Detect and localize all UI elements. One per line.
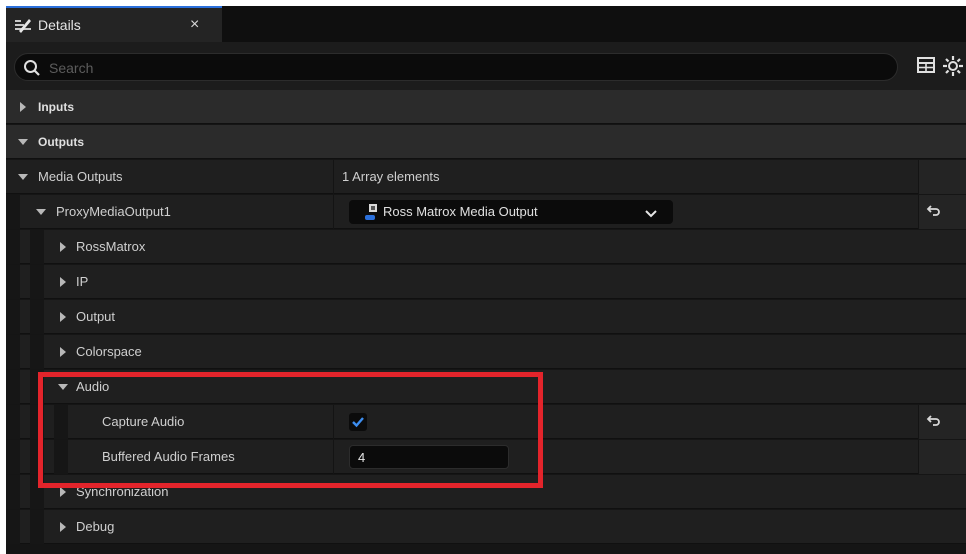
- indent-guide: [30, 370, 44, 404]
- group-debug[interactable]: Debug: [6, 510, 966, 544]
- group-label: Colorspace: [76, 344, 142, 359]
- collapse-arrow-icon[interactable]: [18, 174, 28, 180]
- indent-guide: [30, 335, 44, 369]
- group-ip[interactable]: IP: [6, 265, 966, 299]
- property-label: ProxyMediaOutput1: [56, 204, 171, 219]
- chevron-down-icon[interactable]: [645, 206, 657, 224]
- search-icon: [24, 60, 40, 76]
- indent-guide: [6, 335, 20, 369]
- indent-guide: [6, 405, 20, 439]
- property-buffered-audio-frames[interactable]: Buffered Audio Frames: [6, 440, 966, 474]
- media-output-icon: [363, 203, 379, 226]
- property-label: Buffered Audio Frames: [102, 449, 235, 464]
- category-inputs[interactable]: Inputs: [6, 90, 966, 124]
- indent-guide: [54, 405, 68, 439]
- expand-arrow-icon[interactable]: [20, 102, 26, 112]
- indent-guide: [6, 300, 20, 334]
- indent-guide: [30, 440, 44, 474]
- group-colorspace[interactable]: Colorspace: [6, 335, 966, 369]
- column-divider[interactable]: [333, 160, 334, 194]
- search-row: [6, 42, 966, 90]
- category-label: Outputs: [38, 135, 84, 149]
- combo-selected-value: Ross Matrox Media Output: [383, 204, 538, 219]
- expand-arrow-icon[interactable]: [60, 277, 66, 287]
- indent-guide: [6, 195, 20, 229]
- property-media-outputs[interactable]: Media Outputs 1 Array elements: [6, 160, 966, 194]
- expand-arrow-icon[interactable]: [60, 522, 66, 532]
- indent-guide: [30, 475, 44, 509]
- group-label: Debug: [76, 519, 115, 534]
- expand-arrow-icon[interactable]: [60, 347, 66, 357]
- close-icon[interactable]: ×: [190, 16, 199, 34]
- tab-title: Details: [38, 17, 81, 33]
- property-proxy-media-output[interactable]: ProxyMediaOutput1 Ross Matrox Media Outp…: [6, 195, 966, 229]
- group-label: Audio: [76, 379, 110, 394]
- group-label: Output: [76, 309, 116, 324]
- checkmark-icon: [352, 417, 364, 428]
- column-divider[interactable]: [333, 440, 334, 474]
- indent-guide: [6, 475, 20, 509]
- indent-guide: [6, 370, 20, 404]
- reset-column: [918, 440, 966, 474]
- indent-guide: [6, 440, 20, 474]
- tab-bar: Details ×: [6, 6, 966, 42]
- indent-guide: [6, 265, 20, 299]
- group-output[interactable]: Output: [6, 300, 966, 334]
- indent-guide: [30, 265, 44, 299]
- collapse-arrow-icon[interactable]: [36, 209, 46, 215]
- settings-gear-icon[interactable]: [942, 55, 964, 77]
- group-label: IP: [76, 274, 89, 289]
- details-panel: Details × Search Inputs Outputs Media Ou…: [6, 6, 966, 554]
- indent-guide: [6, 230, 20, 264]
- property-capture-audio[interactable]: Capture Audio: [6, 405, 966, 439]
- group-audio[interactable]: Audio: [6, 370, 966, 404]
- search-input[interactable]: [47, 57, 871, 79]
- expand-arrow-icon[interactable]: [60, 312, 66, 322]
- indent-guide: [30, 405, 44, 439]
- group-label: RossMatrox: [76, 239, 146, 254]
- media-output-combo[interactable]: Ross Matrox Media Output: [349, 200, 673, 224]
- group-label: Synchronization: [76, 484, 169, 499]
- tab-details[interactable]: Details ×: [6, 6, 222, 42]
- category-outputs[interactable]: Outputs: [6, 125, 966, 159]
- expand-arrow-icon[interactable]: [60, 242, 66, 252]
- property-label: Capture Audio: [102, 414, 185, 429]
- expand-arrow-icon[interactable]: [60, 487, 66, 497]
- search-box[interactable]: [14, 53, 898, 81]
- group-synchronization[interactable]: Synchronization: [6, 475, 966, 509]
- indent-guide: [30, 230, 44, 264]
- indent-guide: [54, 440, 68, 474]
- indent-guide: [30, 510, 44, 544]
- property-label: Media Outputs: [38, 169, 123, 184]
- indent-guide: [6, 510, 20, 544]
- reset-to-default-icon[interactable]: [925, 203, 941, 224]
- column-divider[interactable]: [333, 405, 334, 439]
- category-label: Inputs: [38, 100, 74, 114]
- group-rossmatrox[interactable]: RossMatrox: [6, 230, 966, 264]
- array-count: 1 Array elements: [342, 169, 440, 184]
- buffered-audio-frames-field[interactable]: [349, 445, 509, 469]
- reset-column: [918, 160, 966, 194]
- collapse-arrow-icon[interactable]: [58, 384, 68, 390]
- table-view-icon[interactable]: [916, 55, 938, 77]
- details-pencil-icon: [14, 16, 32, 34]
- indent-guide: [30, 300, 44, 334]
- column-divider[interactable]: [333, 195, 334, 229]
- collapse-arrow-icon[interactable]: [18, 139, 28, 145]
- reset-to-default-icon[interactable]: [925, 413, 941, 434]
- capture-audio-checkbox[interactable]: [349, 413, 367, 431]
